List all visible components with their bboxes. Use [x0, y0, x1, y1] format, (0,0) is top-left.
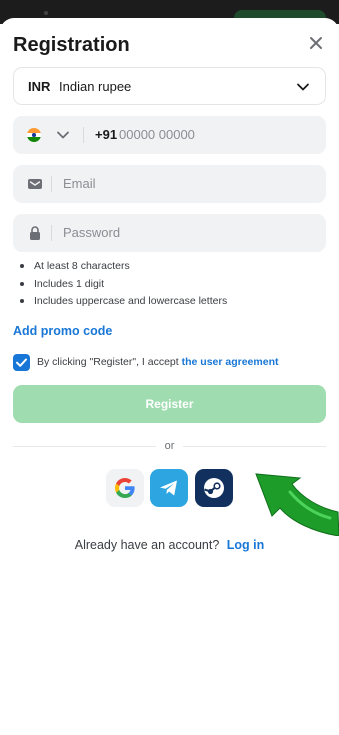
- rule-item: Includes uppercase and lowercase letters: [20, 294, 227, 312]
- add-promo-code-link[interactable]: Add promo code: [13, 324, 112, 338]
- currency-name: Indian rupee: [59, 79, 132, 94]
- chevron-down-icon: [295, 79, 311, 95]
- divider: [51, 225, 52, 241]
- password-rules: At least 8 characters Includes 1 digit I…: [20, 259, 227, 312]
- currency-select[interactable]: INR Indian rupee: [13, 67, 326, 105]
- rule-item: At least 8 characters: [20, 259, 227, 277]
- agreement-checkbox[interactable]: [13, 354, 30, 371]
- checkmark-icon: [16, 358, 27, 367]
- divider: [83, 127, 84, 143]
- password-input[interactable]: Password: [63, 225, 120, 240]
- currency-code: INR: [28, 79, 51, 94]
- user-agreement-link[interactable]: the user agreement: [182, 356, 279, 368]
- email-input[interactable]: Email: [63, 176, 96, 191]
- lock-icon: [27, 225, 43, 241]
- page-title: Registration: [13, 34, 130, 56]
- steam-icon: [204, 478, 224, 498]
- phone-input[interactable]: 00000 00000: [119, 127, 195, 142]
- google-login-button[interactable]: [106, 469, 144, 507]
- or-divider: or: [164, 440, 175, 452]
- login-prompt: Already have an account?: [74, 538, 220, 552]
- agreement-label: By clicking "Register", I accept: [37, 356, 179, 368]
- telegram-login-button[interactable]: [150, 469, 188, 507]
- phone-country-code: +91: [95, 127, 118, 142]
- close-icon[interactable]: [305, 32, 327, 54]
- login-row: Already have an account? Log in: [0, 538, 339, 552]
- india-flag-icon[interactable]: [27, 128, 41, 142]
- log-in-link[interactable]: Log in: [227, 538, 265, 552]
- telegram-icon: [160, 480, 177, 496]
- chevron-down-icon[interactable]: [55, 127, 71, 143]
- agreement-text: By clicking "Register", I accept the use…: [37, 356, 278, 368]
- camera-dot: [44, 11, 48, 15]
- envelope-icon: [27, 176, 43, 192]
- password-field[interactable]: Password: [13, 214, 326, 252]
- google-icon: [115, 478, 135, 498]
- email-field[interactable]: Email: [13, 165, 326, 203]
- registration-sheet: Registration INR Indian rupee +91 00000 …: [0, 18, 339, 735]
- divider: [51, 176, 52, 192]
- steam-login-button[interactable]: [195, 469, 233, 507]
- annotation-arrow-icon: [255, 473, 339, 536]
- rule-item: Includes 1 digit: [20, 277, 227, 295]
- phone-field[interactable]: +91 00000 00000: [13, 116, 326, 154]
- register-button[interactable]: Register: [13, 385, 326, 423]
